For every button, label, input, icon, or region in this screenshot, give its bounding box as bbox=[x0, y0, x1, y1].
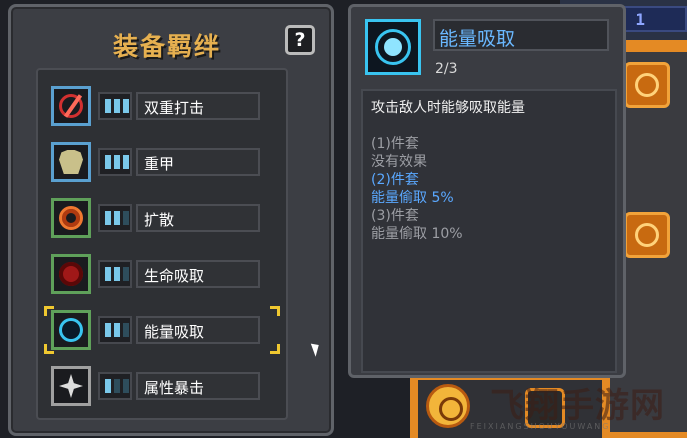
bond-row[interactable]: 双重打击 bbox=[44, 84, 280, 128]
selection-corner bbox=[270, 344, 280, 354]
bond-icon-frame bbox=[51, 366, 91, 406]
bond-name: 能量吸取 bbox=[144, 323, 205, 341]
bond-detail-tooltip: 能量吸取 2/3 攻击敌人时能够吸取能量 (1)件套 没有效果 (2)件套 能量… bbox=[348, 4, 626, 378]
bond-row[interactable]: 生命吸取 bbox=[44, 252, 280, 296]
bond-level-indicator bbox=[98, 372, 132, 400]
bond-name-box: 属性暴击 bbox=[136, 372, 260, 400]
level-bar bbox=[114, 267, 120, 281]
level-bar bbox=[105, 99, 111, 113]
energy-steal-icon bbox=[59, 318, 83, 342]
tier-1-effect: 没有效果 bbox=[371, 154, 427, 170]
tooltip-description-box: 攻击敌人时能够吸取能量 (1)件套 没有效果 (2)件套 能量偷取 5% (3)… bbox=[361, 89, 617, 373]
level-bar bbox=[105, 323, 111, 337]
tooltip-description: 攻击敌人时能够吸取能量 bbox=[371, 100, 525, 116]
life-steal-icon bbox=[59, 262, 83, 286]
bond-name: 生命吸取 bbox=[144, 267, 205, 285]
background-coin-tile-icon[interactable] bbox=[624, 62, 670, 108]
bond-name-box: 扩散 bbox=[136, 204, 260, 232]
level-bar bbox=[123, 323, 129, 337]
bond-level-indicator bbox=[98, 260, 132, 288]
level-bar bbox=[123, 99, 129, 113]
level-bar bbox=[105, 211, 111, 225]
tier-3-effect: 能量偷取 10% bbox=[371, 226, 463, 242]
bond-row[interactable]: 属性暴击 bbox=[44, 364, 280, 408]
level-bar bbox=[114, 155, 120, 169]
bond-icon-frame bbox=[51, 198, 91, 238]
level-bar bbox=[123, 211, 129, 225]
bond-name: 双重打击 bbox=[144, 99, 205, 117]
tooltip-title: 能量吸取 bbox=[439, 28, 516, 50]
tooltip-title-box: 能量吸取 bbox=[433, 19, 609, 51]
selection-corner bbox=[270, 306, 280, 316]
level-bar bbox=[123, 267, 129, 281]
tier-2-effect: 能量偷取 5% bbox=[371, 190, 454, 206]
bond-row[interactable]: 能量吸取 bbox=[44, 306, 280, 354]
bond-level-indicator bbox=[98, 204, 132, 232]
bond-icon-frame bbox=[51, 310, 91, 350]
tier-2-header: (2)件套 bbox=[371, 172, 419, 188]
level-bar bbox=[123, 379, 129, 393]
watermark-subtext: FEIXIANGSHOUYOUWANG bbox=[470, 422, 611, 431]
bond-row[interactable]: 扩散 bbox=[44, 196, 280, 240]
tier-3-header: (3)件套 bbox=[371, 208, 419, 224]
bond-level-indicator bbox=[98, 92, 132, 120]
bond-name: 重甲 bbox=[144, 155, 175, 173]
level-bar bbox=[123, 155, 129, 169]
bond-row[interactable]: 重甲 bbox=[44, 140, 280, 184]
double-strike-icon bbox=[59, 94, 83, 118]
tier-1-header: (1)件套 bbox=[371, 136, 419, 152]
bond-icon-frame bbox=[51, 142, 91, 182]
attribute-crit-icon bbox=[59, 374, 83, 398]
bond-name: 属性暴击 bbox=[144, 379, 205, 397]
level-bar bbox=[105, 267, 111, 281]
bond-name-box: 重甲 bbox=[136, 148, 260, 176]
tooltip-level: 2/3 bbox=[435, 61, 458, 77]
bond-level-indicator bbox=[98, 316, 132, 344]
bond-name: 扩散 bbox=[144, 211, 175, 229]
selection-corner bbox=[44, 306, 54, 316]
bond-icon-frame bbox=[51, 86, 91, 126]
background-badge: 1 bbox=[635, 10, 645, 29]
level-bar bbox=[105, 379, 111, 393]
bond-name-box: 能量吸取 bbox=[136, 316, 260, 344]
energy-steal-icon bbox=[365, 19, 421, 75]
bond-icon-frame bbox=[51, 254, 91, 294]
bond-level-indicator bbox=[98, 148, 132, 176]
panel-title: 装备羁绊 bbox=[113, 32, 222, 61]
selection-corner bbox=[44, 344, 54, 354]
watermark-text: 飞翔手游网 bbox=[490, 386, 665, 426]
bond-name-box: 双重打击 bbox=[136, 92, 260, 120]
spread-icon bbox=[59, 206, 83, 230]
level-bar bbox=[114, 379, 120, 393]
help-button[interactable]: ? bbox=[285, 25, 315, 55]
level-bar bbox=[114, 99, 120, 113]
background-shield-tile-icon[interactable] bbox=[624, 212, 670, 258]
heavy-armor-icon bbox=[59, 150, 83, 174]
bond-name-box: 生命吸取 bbox=[136, 260, 260, 288]
coin-icon[interactable] bbox=[426, 384, 470, 428]
level-bar bbox=[114, 211, 120, 225]
level-bar bbox=[114, 323, 120, 337]
level-bar bbox=[105, 155, 111, 169]
